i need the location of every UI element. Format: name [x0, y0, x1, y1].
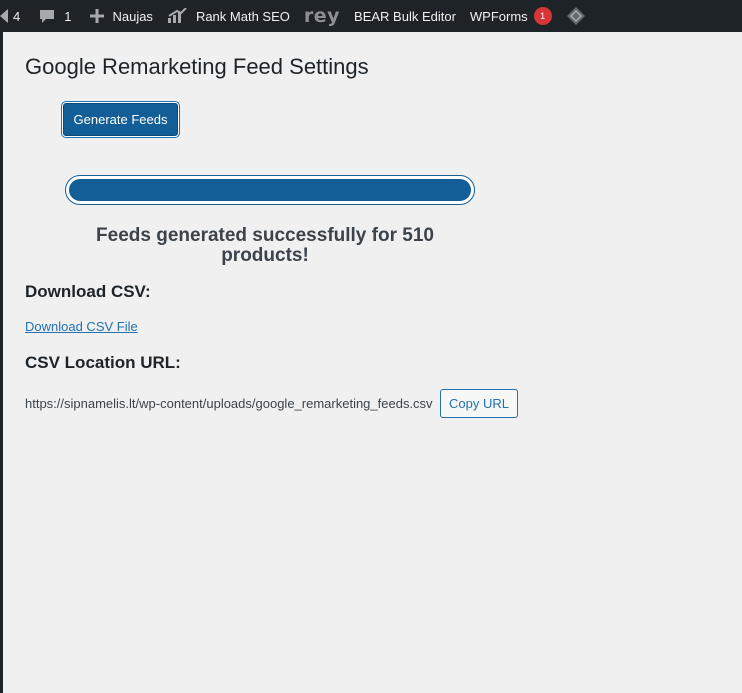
plus-icon: [90, 9, 105, 23]
updates-item[interactable]: 4: [0, 0, 27, 32]
comment-icon: [39, 8, 55, 24]
comments-item[interactable]: 1: [32, 0, 78, 32]
admin-bar: 4 1 Naujas Rank Math SEO rey BEAR Bulk E…: [0, 0, 742, 32]
diamond-item[interactable]: [559, 0, 593, 32]
wpforms-label: WPForms: [469, 8, 528, 24]
diamond-icon: [566, 6, 586, 26]
updates-icon: [0, 9, 8, 23]
new-label: Naujas: [112, 8, 153, 24]
copy-url-button[interactable]: Copy URL: [440, 389, 518, 418]
download-csv-heading: Download CSV:: [25, 282, 151, 301]
download-csv-link[interactable]: Download CSV File: [25, 319, 138, 334]
wpforms-item[interactable]: WPForms 1: [463, 0, 559, 32]
new-content-item[interactable]: Naujas: [83, 0, 159, 32]
generate-feeds-button[interactable]: Generate Feeds: [63, 103, 178, 136]
wpforms-badge: 1: [533, 7, 552, 25]
progress-fill: [69, 179, 471, 201]
admin-menu-edge: [0, 32, 3, 693]
updates-count: 4: [13, 8, 21, 24]
rankmath-item[interactable]: Rank Math SEO: [160, 0, 297, 32]
csv-url-text: https://sipnamelis.lt/wp-content/uploads…: [25, 396, 433, 411]
rey-item[interactable]: rey: [297, 0, 347, 32]
rankmath-label: Rank Math SEO: [195, 8, 290, 24]
progress-bar: [65, 175, 475, 205]
rey-logo: rey: [303, 5, 341, 27]
success-message: Feeds generated successfully for 510 pro…: [96, 225, 434, 266]
page-title: Google Remarketing Feed Settings: [25, 54, 369, 79]
bear-label: BEAR Bulk Editor: [354, 8, 456, 24]
bear-item[interactable]: BEAR Bulk Editor: [347, 0, 463, 32]
rank-math-icon: [167, 8, 187, 24]
csv-url-heading: CSV Location URL:: [25, 353, 181, 372]
comments-count: 1: [64, 8, 72, 24]
